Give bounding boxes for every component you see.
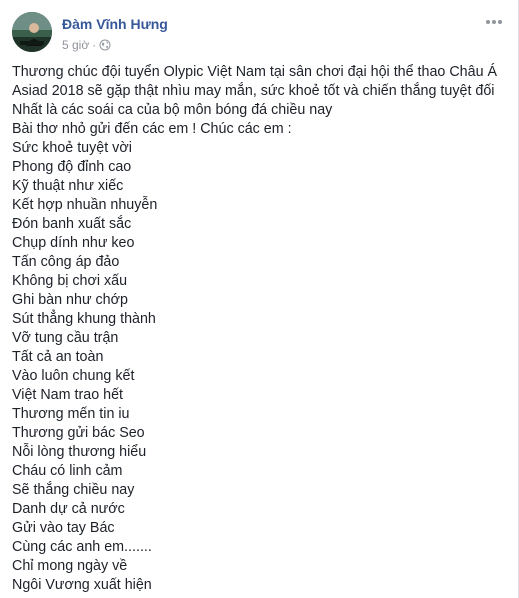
post-text-line: Bài thơ nhỏ gửi đến các em ! Chúc các em… — [12, 121, 292, 137]
post-text-line: Cháu có linh cảm — [12, 463, 123, 479]
post-text-line: Không bị chơi xấu — [12, 273, 128, 289]
post-text-line: Gửi vào tay Bác — [12, 520, 115, 536]
post-text-line: Cùng các anh em....... — [12, 539, 152, 555]
post-text-line: Thương gửi bác Seo — [12, 425, 145, 441]
post-text-line: Sẽ thắng chiều nay — [12, 482, 135, 498]
post-header: Đàm Vĩnh Hưng 5 giờ · — [12, 12, 506, 54]
post-body-text: Thương chúc đội tuyển Olypic Việt Nam tạ… — [12, 63, 508, 595]
globe-icon[interactable] — [99, 39, 111, 51]
post-text-line: Vỡ tung cầu trận — [12, 330, 119, 346]
post-text-line: Đón banh xuất sắc — [12, 216, 132, 232]
avatar[interactable] — [12, 12, 52, 52]
post-text-line: Ngôi Vương xuất hiện — [12, 577, 152, 593]
post-text-line: Thương mến tin iu — [12, 406, 130, 422]
post-text-line: Asiad 2018 sẽ gặp thật nhìu may mắn, sức… — [12, 83, 495, 99]
post-text-line: Chụp dính như keo — [12, 235, 135, 251]
post-text-line: Việt Nam trao hết — [12, 387, 123, 403]
post-meta: 5 giờ · — [62, 38, 111, 52]
more-horizontal-icon[interactable] — [484, 14, 504, 30]
post-text-line: Kỹ thuật như xiếc — [12, 178, 124, 194]
post-text-line: Sức khoẻ tuyệt vời — [12, 140, 132, 156]
post-text-line: Tất cả an toàn — [12, 349, 104, 365]
post-text-line: Nỗi lòng thương hiểu — [12, 444, 147, 460]
profile-photo — [12, 12, 52, 52]
post-text-line: Nhất là các soái ca của bộ môn bóng đá c… — [12, 102, 333, 118]
post-text-line: Thương chúc đội tuyển Olypic Việt Nam tạ… — [12, 64, 498, 80]
post-text-line: Chỉ mong ngày về — [12, 558, 128, 574]
author-name-link[interactable]: Đàm Vĩnh Hưng — [62, 16, 168, 32]
meta-separator: · — [92, 38, 97, 52]
post-text-line: Danh dự cả nước — [12, 501, 125, 517]
post-text-line: Phong độ đỉnh cao — [12, 159, 132, 175]
post-timestamp[interactable]: 5 giờ — [62, 38, 89, 52]
post-text-line: Sút thẳng khung thành — [12, 311, 156, 327]
post-text-line: Vào luôn chung kết — [12, 368, 135, 384]
post-text-line: Tấn công áp đảo — [12, 254, 120, 270]
post-text-line: Kết hợp nhuần nhuyễn — [12, 197, 158, 213]
post-text-line: Ghi bàn như chớp — [12, 292, 128, 308]
facebook-post: Đàm Vĩnh Hưng 5 giờ · Thương chúc đội tu… — [0, 0, 519, 598]
